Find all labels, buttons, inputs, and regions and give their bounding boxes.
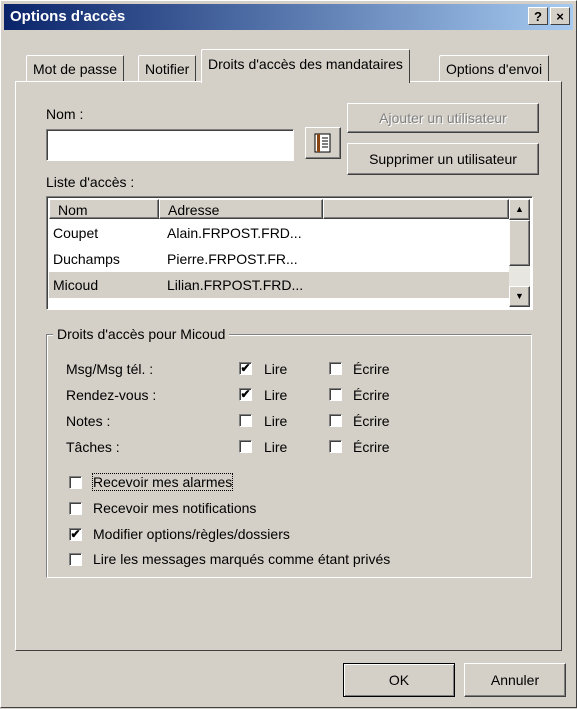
list-item-selected[interactable]: Micoud Lilian.FRPOST.FRD... xyxy=(49,272,509,298)
right-label-tasks: Tâches : xyxy=(66,439,120,455)
receive-notifications-checkbox[interactable] xyxy=(69,502,82,515)
column-header-empty xyxy=(323,199,509,219)
row-name: Micoud xyxy=(53,277,99,293)
address-book-icon xyxy=(314,133,331,153)
scroll-down-button[interactable]: ▼ xyxy=(509,286,530,307)
read-label: Lire xyxy=(264,439,288,455)
read-label: Lire xyxy=(264,387,288,403)
read-checkbox-messages[interactable]: ✔ xyxy=(239,362,252,375)
rights-group-title: Droits d'accès pour Micoud xyxy=(53,326,230,342)
row-name: Coupet xyxy=(53,225,99,241)
cancel-button[interactable]: Annuler xyxy=(464,663,566,697)
read-label: Lire xyxy=(264,361,288,377)
vertical-scrollbar[interactable]: ▲ ▼ xyxy=(509,199,530,307)
add-user-button[interactable]: Ajouter un utilisateur xyxy=(347,103,539,133)
read-checkbox-notes[interactable] xyxy=(239,414,252,427)
scroll-up-button[interactable]: ▲ xyxy=(509,199,530,220)
access-list-label: Liste d'accès : xyxy=(46,174,135,190)
right-label-appointments: Rendez-vous : xyxy=(66,387,157,403)
write-checkbox-messages[interactable] xyxy=(329,362,342,375)
write-checkbox-appointments[interactable] xyxy=(329,388,342,401)
name-input[interactable] xyxy=(46,129,294,161)
column-header-nom[interactable]: Nom xyxy=(49,199,159,219)
name-label: Nom : xyxy=(46,106,84,122)
row-address: Alain.FRPOST.FRD... xyxy=(167,225,302,241)
write-checkbox-notes[interactable] xyxy=(329,414,342,427)
write-label: Écrire xyxy=(353,439,390,455)
ok-button[interactable]: OK xyxy=(343,663,455,697)
receive-notifications-label[interactable]: Recevoir mes notifications xyxy=(93,500,256,516)
read-private-label[interactable]: Lire les messages marqués comme étant pr… xyxy=(93,551,390,567)
right-label-notes: Notes : xyxy=(66,413,111,429)
read-checkbox-tasks[interactable] xyxy=(239,440,252,453)
row-address: Lilian.FRPOST.FRD... xyxy=(167,277,304,293)
write-label: Écrire xyxy=(353,361,390,377)
modify-options-checkbox[interactable]: ✔ xyxy=(69,528,82,541)
column-header-adresse[interactable]: Adresse xyxy=(159,199,323,219)
receive-alarms-checkbox[interactable] xyxy=(69,476,82,489)
address-book-button[interactable] xyxy=(305,127,341,159)
modify-options-label[interactable]: Modifier options/règles/dossiers xyxy=(93,526,290,542)
list-item[interactable]: Coupet Alain.FRPOST.FRD... xyxy=(49,220,509,246)
access-list[interactable]: Nom Adresse Coupet Alain.FRPOST.FRD... D… xyxy=(46,196,533,310)
row-address: Pierre.FRPOST.FR... xyxy=(167,251,298,267)
list-item[interactable]: Duchamps Pierre.FRPOST.FR... xyxy=(49,246,509,272)
write-label: Écrire xyxy=(353,387,390,403)
write-label: Écrire xyxy=(353,413,390,429)
right-label-messages: Msg/Msg tél. : xyxy=(66,361,154,377)
scroll-thumb[interactable] xyxy=(509,220,530,266)
receive-alarms-label[interactable]: Recevoir mes alarmes xyxy=(91,473,234,491)
remove-user-button[interactable]: Supprimer un utilisateur xyxy=(347,143,539,175)
row-name: Duchamps xyxy=(53,251,120,267)
read-label: Lire xyxy=(264,413,288,429)
write-checkbox-tasks[interactable] xyxy=(329,440,342,453)
read-private-checkbox[interactable] xyxy=(69,553,82,566)
dialog-window: Options d'accès ? × Mot de passe Notifie… xyxy=(0,0,577,708)
read-checkbox-appointments[interactable]: ✔ xyxy=(239,388,252,401)
